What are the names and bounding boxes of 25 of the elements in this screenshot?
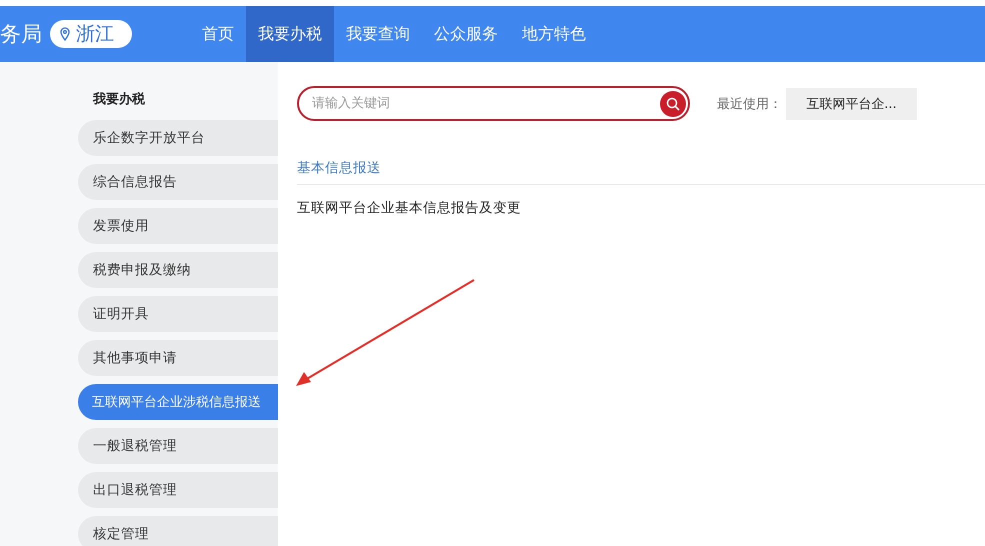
sidebar-item[interactable]: 发票使用 [78, 208, 278, 244]
sidebar-item[interactable]: 互联网平台企业涉税信息报送 [78, 384, 278, 420]
nav-tab[interactable]: 地方特色 [510, 6, 598, 62]
sidebar-item[interactable]: 出口退税管理 [78, 472, 278, 508]
nav-tab[interactable]: 我要查询 [334, 6, 422, 62]
site-title: 务局 [0, 21, 42, 48]
nav-tab[interactable]: 我要办税 [246, 6, 334, 62]
recent-label: 最近使用： [717, 96, 782, 112]
sidebar-item[interactable]: 其他事项申请 [78, 340, 278, 376]
recent-item-button[interactable]: 互联网平台企... [786, 88, 917, 120]
sidebar-item[interactable]: 证明开具 [78, 296, 278, 332]
sidebar-heading: 我要办税 [93, 91, 146, 109]
search-icon [666, 96, 680, 110]
sidebar-item[interactable]: 乐企数字开放平台 [78, 120, 278, 156]
sidebar-item[interactable]: 综合信息报告 [78, 164, 278, 200]
section-link[interactable]: 基本信息报送 [297, 159, 985, 184]
location-button[interactable]: 浙江 [50, 20, 132, 48]
sidebar-item[interactable]: 一般退税管理 [78, 428, 278, 464]
location-pin-icon [60, 27, 70, 41]
nav-tab[interactable]: 公众服务 [422, 6, 510, 62]
search-field[interactable]: 请输入关键词 [297, 86, 690, 121]
sidebar-item[interactable]: 税费申报及缴纳 [78, 252, 278, 288]
nav-tab[interactable]: 首页 [190, 6, 246, 62]
sidebar-item[interactable]: 核定管理 [78, 516, 278, 546]
service-link[interactable]: 互联网平台企业基本信息报告及变更 [297, 199, 985, 217]
